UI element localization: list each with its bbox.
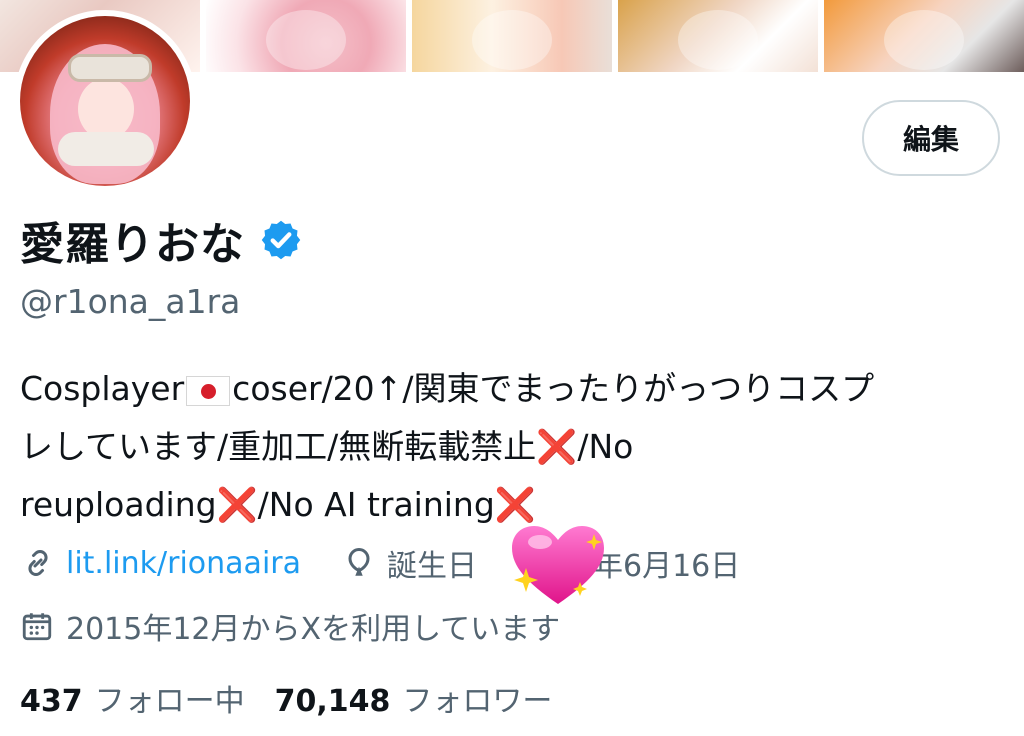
bio-text: /No AI training bbox=[257, 485, 495, 524]
followers-count: 70,148 bbox=[274, 684, 391, 719]
bio-text: reuploading bbox=[20, 485, 217, 524]
bio-text: /No bbox=[577, 427, 634, 466]
japan-flag-icon bbox=[186, 375, 231, 406]
avatar[interactable] bbox=[20, 16, 190, 186]
profile-bio: Cosplayer coser/20↑/関東でまったりがっつりコスプ レしています… bbox=[20, 360, 1000, 534]
following-link[interactable]: 437 フォロー中 bbox=[20, 676, 245, 720]
bio-line: レしています/重加工/無断転載禁止❌/No bbox=[20, 418, 1000, 476]
followers-link[interactable]: 70,148 フォロワー bbox=[275, 676, 553, 720]
profile-meta-row: lit.link/rionaaira 誕生日 年6月16日 bbox=[20, 538, 740, 588]
sparkling-heart-icon bbox=[512, 526, 604, 604]
followers-label: フォロワー bbox=[402, 684, 553, 719]
banner-image bbox=[206, 0, 406, 72]
following-label: フォロー中 bbox=[94, 684, 245, 719]
cross-mark-icon: ❌ bbox=[536, 427, 578, 466]
banner-image bbox=[618, 0, 818, 72]
banner-image bbox=[824, 0, 1024, 72]
avatar-scarf bbox=[58, 132, 154, 166]
cross-mark-icon: ❌ bbox=[216, 485, 258, 524]
avatar-face bbox=[78, 78, 134, 140]
cross-mark-icon: ❌ bbox=[494, 485, 536, 524]
balloon-icon bbox=[348, 547, 370, 576]
birthday-label: 誕生日 bbox=[387, 549, 477, 584]
display-name: 愛羅りおな bbox=[20, 219, 245, 270]
profile-link[interactable]: lit.link/rionaaira bbox=[66, 546, 301, 581]
verified-badge-icon[interactable] bbox=[259, 218, 303, 262]
joined-date-row: 2015年12月からXを利用しています bbox=[20, 602, 560, 650]
bio-text: coser/20↑/関東でまったりがっつりコスプ bbox=[232, 369, 875, 408]
joined-text: 2015年12月からXを利用しています bbox=[66, 612, 561, 647]
user-handle: @r1ona_a1ra bbox=[20, 282, 241, 321]
bio-line: Cosplayer coser/20↑/関東でまったりがっつりコスプ bbox=[20, 360, 1000, 418]
follow-stats: 437 フォロー中 70,148 フォロワー bbox=[20, 676, 552, 720]
avatar-goggles bbox=[68, 54, 152, 82]
banner-image bbox=[412, 0, 612, 72]
link-icon bbox=[28, 550, 48, 576]
name-row: 愛羅りおな bbox=[20, 208, 303, 272]
calendar-icon bbox=[22, 613, 52, 641]
bio-text: Cosplayer bbox=[20, 369, 185, 408]
bio-text: レしています/重加工/無断転載禁止 bbox=[20, 427, 537, 466]
edit-profile-button[interactable]: 編集 bbox=[862, 100, 1000, 176]
birthday-date: 年6月16日 bbox=[593, 549, 741, 584]
following-count: 437 bbox=[20, 684, 83, 719]
